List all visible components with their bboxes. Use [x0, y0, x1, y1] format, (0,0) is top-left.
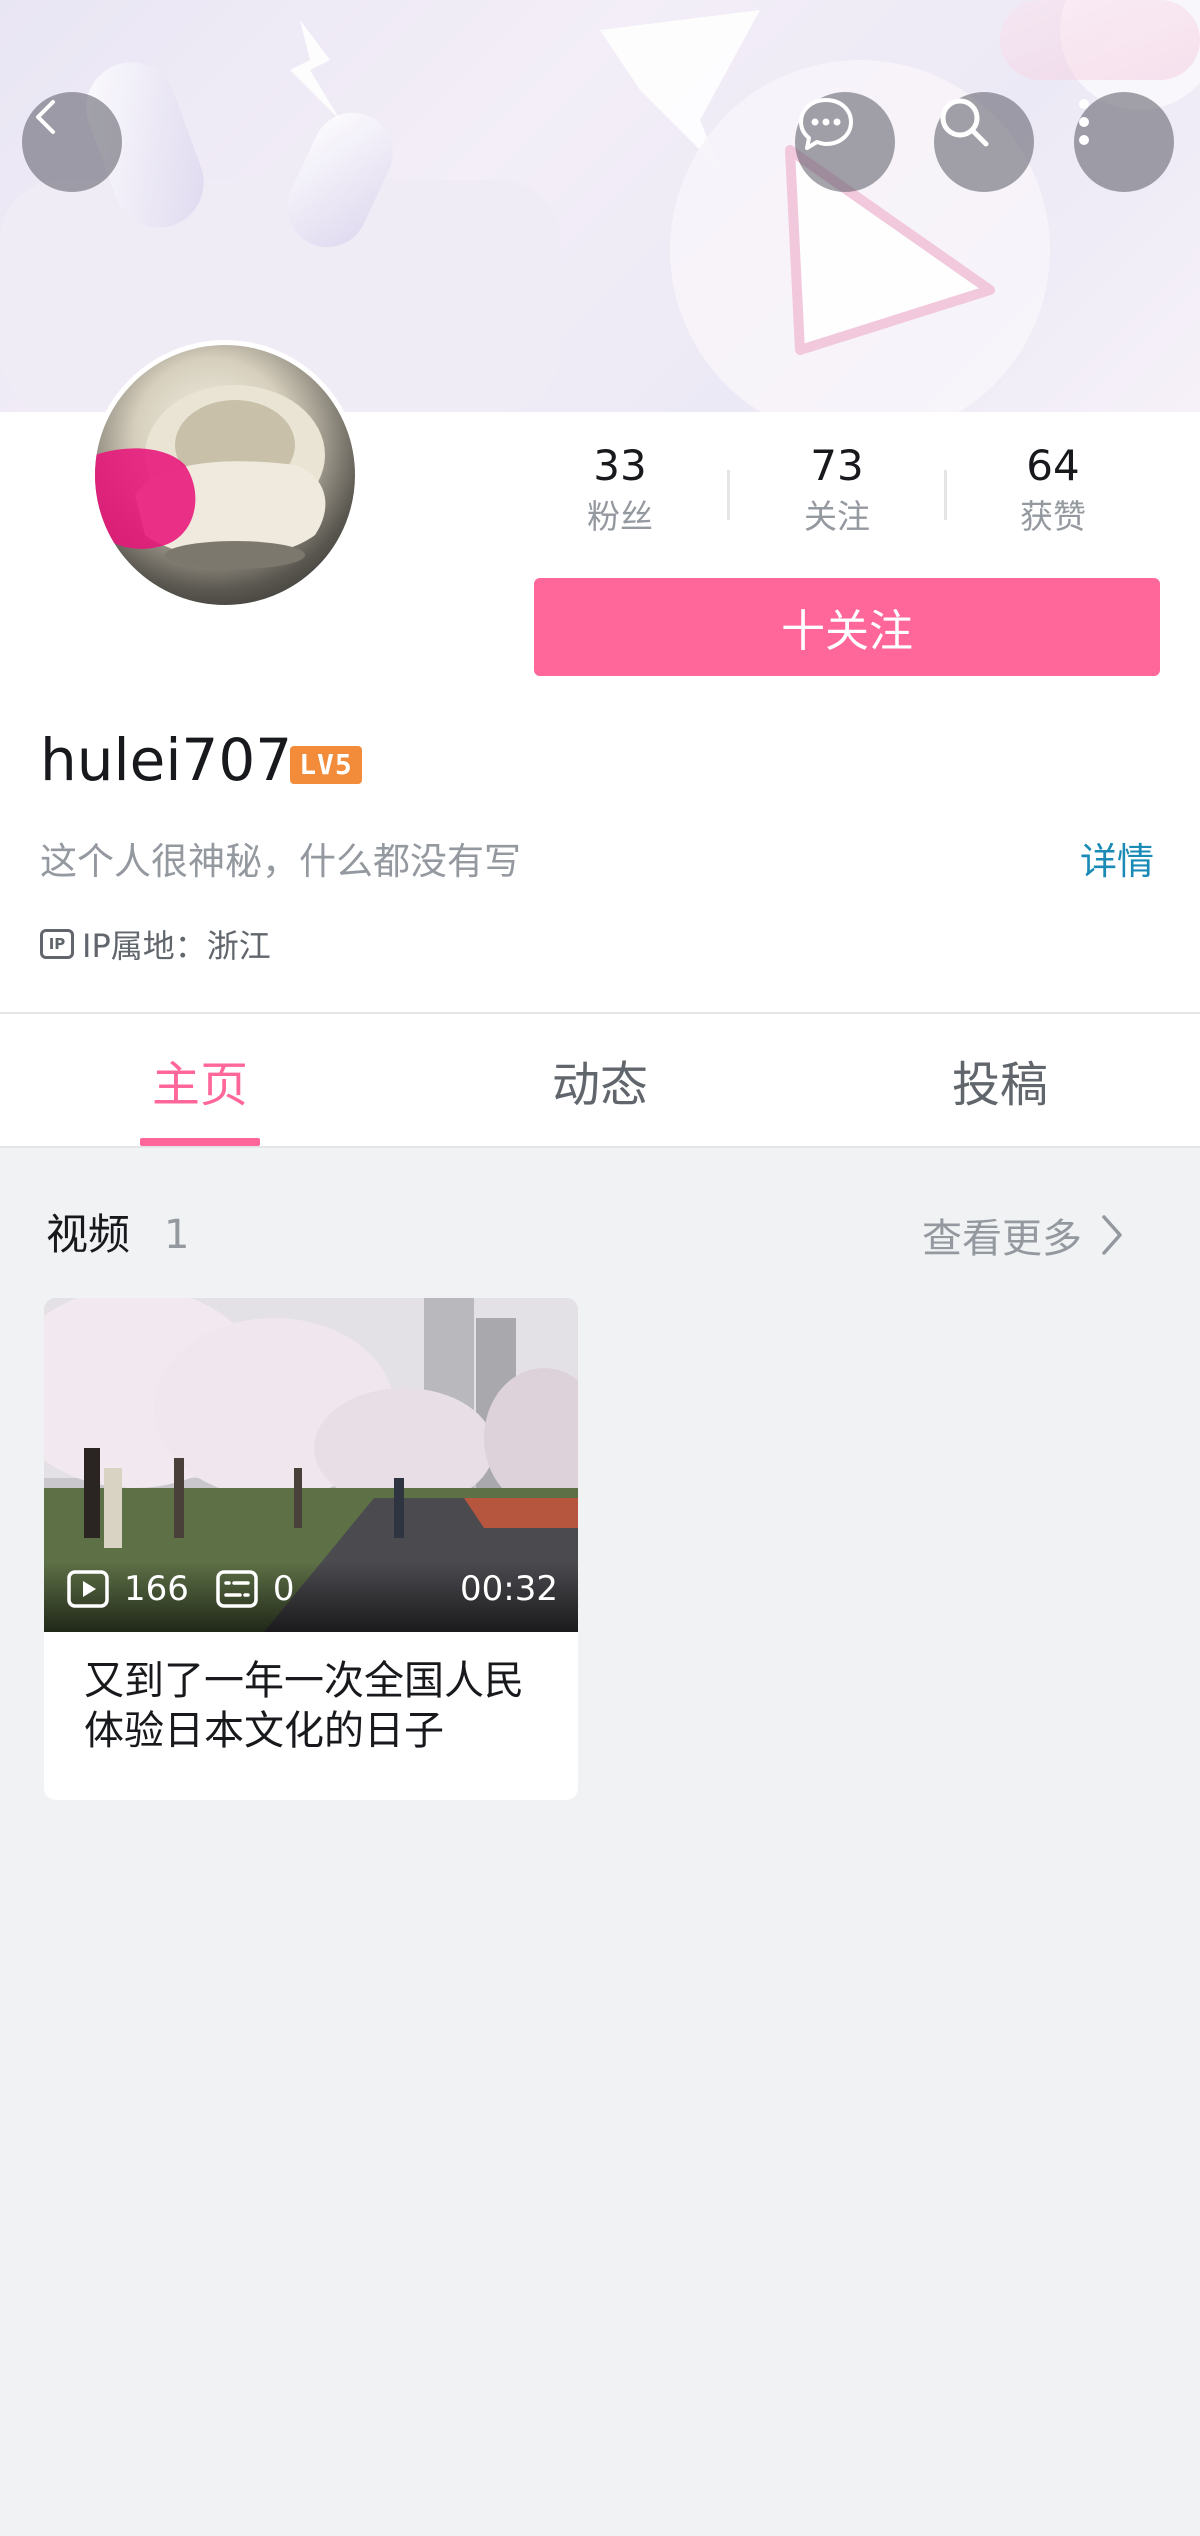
- video-card[interactable]: 166 0 00:32 又到了一年一次全国人民体验日本文化的日子: [44, 1298, 578, 1800]
- more-button[interactable]: [1074, 92, 1174, 192]
- ip-location: IP IP属地：浙江: [40, 918, 271, 970]
- danmaku-icon: [216, 1570, 258, 1608]
- chevron-left-icon: [36, 100, 55, 134]
- videos-section-count: 1: [164, 1212, 190, 1258]
- back-button[interactable]: [22, 92, 122, 192]
- stat-label: 获赞: [1020, 497, 1086, 536]
- avatar[interactable]: [90, 340, 360, 610]
- more-vertical-icon: [1079, 99, 1089, 145]
- stat-value: 33: [593, 441, 647, 490]
- play-icon: [67, 1570, 109, 1608]
- stat-label: 粉丝: [587, 497, 653, 536]
- comment-count: 0: [272, 1569, 295, 1609]
- chevron-right-icon: [1102, 1215, 1122, 1255]
- stat-divider: [727, 470, 730, 520]
- stat-following[interactable]: 73 关注: [757, 440, 917, 542]
- video-duration: 00:32: [460, 1569, 558, 1609]
- ip-icon: IP: [40, 929, 74, 959]
- avatar-image: [95, 385, 326, 569]
- search-icon: [940, 98, 989, 147]
- stat-fans[interactable]: 33 粉丝: [540, 440, 700, 542]
- chat-bubble-icon: [799, 98, 853, 150]
- video-title[interactable]: 又到了一年一次全国人民体验日本文化的日子: [84, 1656, 554, 1756]
- stat-likes[interactable]: 64 获赞: [973, 440, 1133, 542]
- video-meta: 166 0: [66, 1564, 321, 1614]
- tab-active-indicator: [140, 1138, 260, 1146]
- tab-uploads[interactable]: 投稿: [800, 1014, 1200, 1146]
- ip-location-text: IP属地：浙江: [82, 927, 271, 965]
- stat-value: 73: [810, 441, 864, 490]
- see-more-link[interactable]: 查看更多: [922, 1200, 1126, 1270]
- see-more-label: 查看更多: [922, 1216, 1082, 1262]
- detail-link[interactable]: 详情: [1080, 834, 1154, 890]
- follow-button[interactable]: 十关注: [534, 578, 1160, 676]
- tab-home[interactable]: 主页: [0, 1014, 400, 1146]
- username: hulei707: [40, 726, 293, 794]
- videos-section-title: 视频: [46, 1210, 131, 1259]
- tab-dynamic[interactable]: 动态: [400, 1014, 800, 1146]
- search-button[interactable]: [934, 92, 1034, 192]
- bio-text: 这个人很神秘，什么都没有写: [40, 840, 521, 883]
- stat-value: 64: [1026, 441, 1080, 490]
- profile-tabs: 主页 动态 投稿: [0, 1012, 1200, 1148]
- stat-label: 关注: [804, 497, 870, 536]
- level-badge: LV5: [290, 746, 362, 784]
- play-count: 166: [124, 1569, 189, 1609]
- stat-divider: [944, 470, 947, 520]
- message-button[interactable]: [795, 92, 895, 192]
